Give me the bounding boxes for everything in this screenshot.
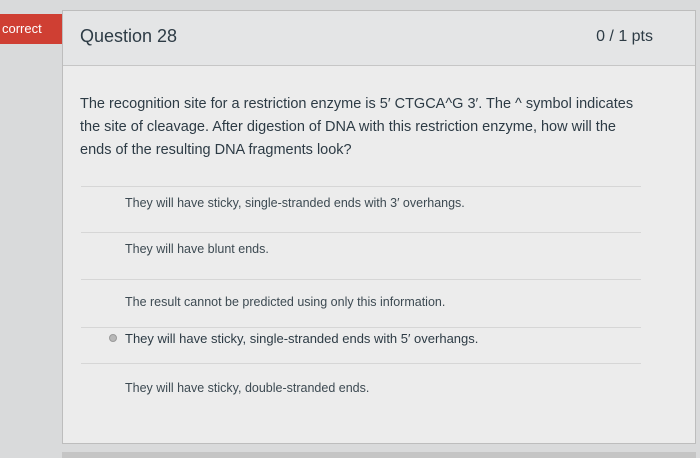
question-card: Question 28 0 / 1 pts The recognition si… [62, 10, 696, 444]
answer-divider [81, 363, 641, 364]
answer-divider [81, 232, 641, 233]
answer-divider [81, 186, 641, 187]
answer-divider [81, 279, 641, 280]
question-title: Question 28 [80, 26, 178, 46]
card-bottom-edge [62, 452, 696, 458]
question-text: The recognition site for a restriction e… [80, 96, 634, 158]
answer-divider [81, 327, 641, 328]
correct-status-flag: correct [0, 14, 66, 44]
answer-option-2[interactable]: They will have blunt ends. [125, 242, 269, 256]
question-points: 0 / 1 pts [596, 28, 653, 45]
answer-option-4[interactable]: They will have sticky, single-stranded e… [125, 331, 478, 346]
question-header: Question 28 0 / 1 pts [63, 11, 695, 66]
answer-option-5[interactable]: They will have sticky, double-stranded e… [125, 381, 369, 395]
selected-radio-indicator[interactable] [109, 334, 117, 342]
answer-option-1[interactable]: They will have sticky, single-stranded e… [125, 196, 465, 210]
answer-option-3[interactable]: The result cannot be predicted using onl… [125, 295, 445, 309]
